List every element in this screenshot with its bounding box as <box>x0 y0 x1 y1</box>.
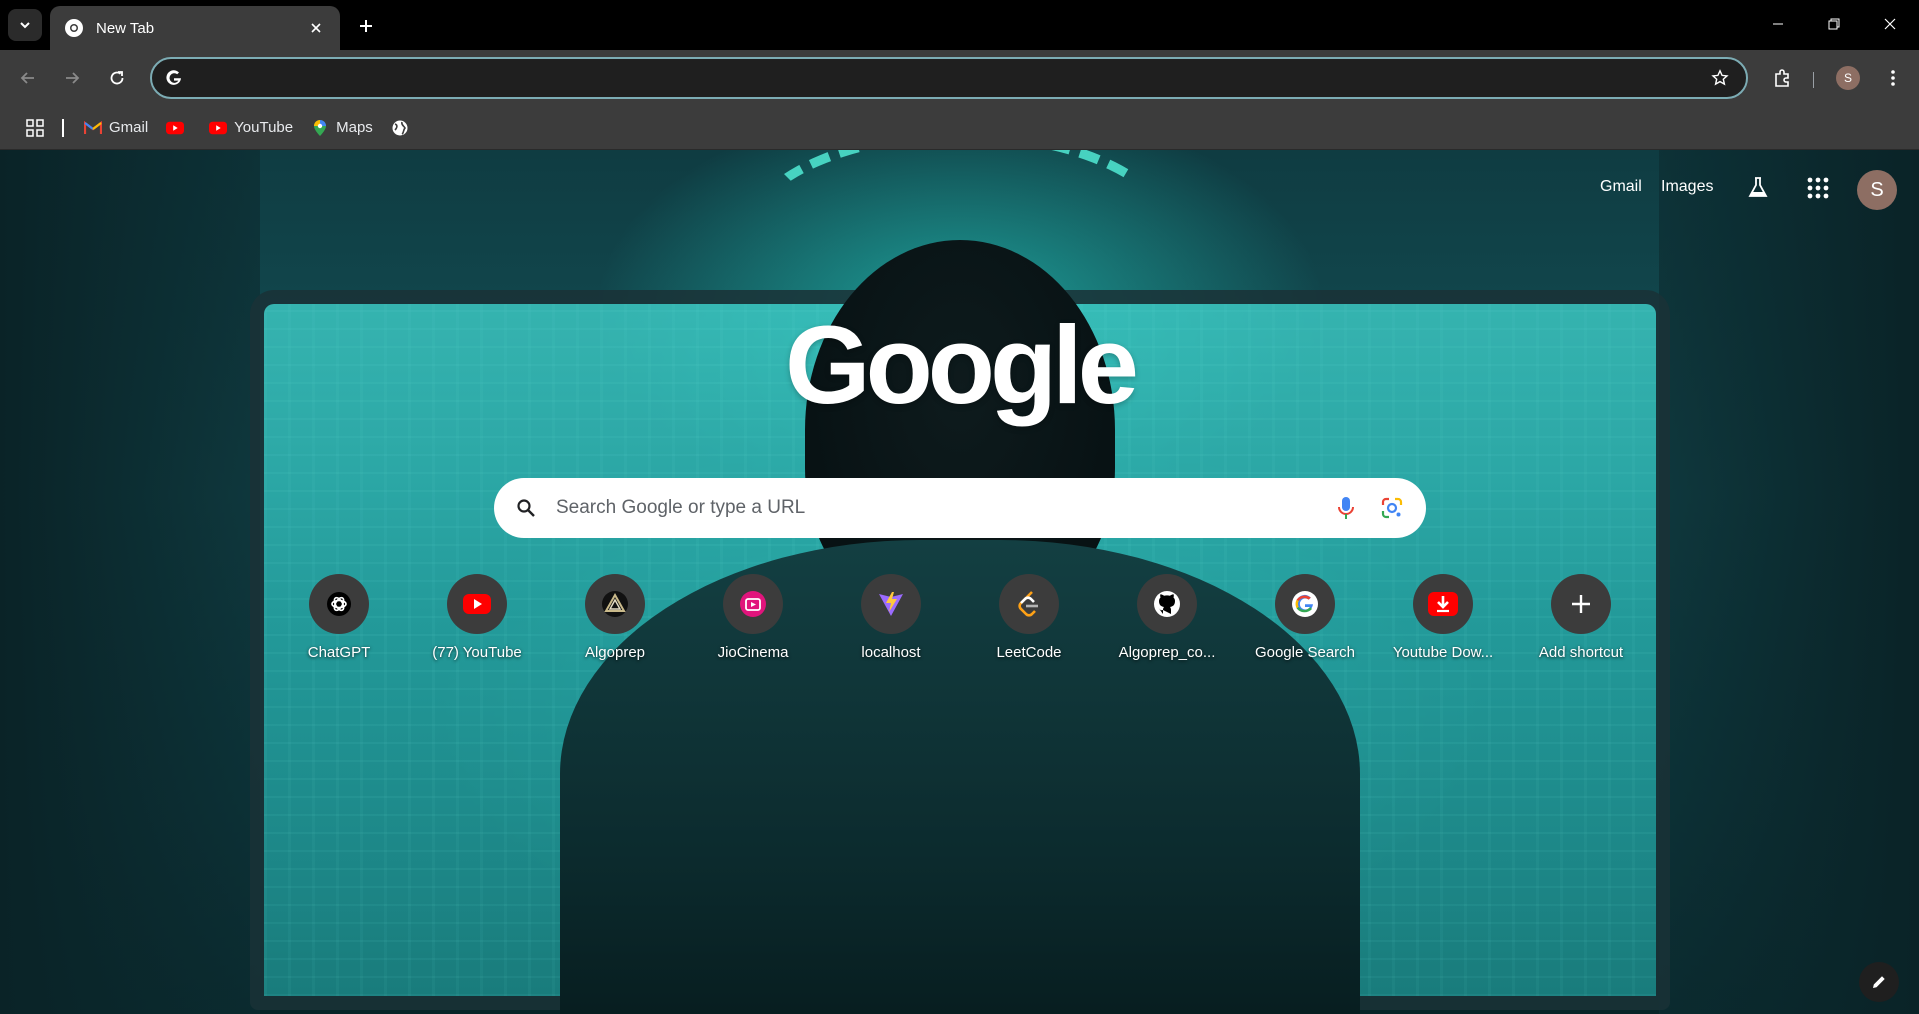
flask-icon <box>1748 177 1768 197</box>
shortcut-label: (77) YouTube <box>432 644 522 661</box>
search-icon <box>512 494 540 522</box>
account-avatar[interactable]: S <box>1857 170 1897 210</box>
chevron-down-icon <box>20 22 30 29</box>
restore-icon <box>1828 18 1840 30</box>
customize-chrome-button[interactable] <box>1859 962 1899 1002</box>
shortcut-label: JioCinema <box>717 644 789 661</box>
shortcut-jiocinema[interactable]: JioCinema <box>684 574 822 694</box>
google-icon <box>160 64 188 92</box>
chatgpt-icon <box>327 592 351 616</box>
puzzle-icon <box>1775 69 1789 87</box>
back-button[interactable] <box>12 62 44 94</box>
leetcode-icon <box>1018 591 1038 617</box>
shortcut-algoprep[interactable]: Algoprep <box>546 574 684 694</box>
apps-button[interactable] <box>20 113 50 143</box>
youtube-icon <box>463 594 491 614</box>
apps-grid-icon <box>1807 177 1829 199</box>
jiocinema-icon <box>740 591 766 617</box>
bookmark-star-icon[interactable] <box>1704 62 1736 94</box>
address-bar[interactable] <box>150 57 1748 99</box>
algoprep-icon <box>602 591 628 617</box>
shortcut-leetcode[interactable]: LeetCode <box>960 574 1098 694</box>
arrow-right-icon <box>66 72 80 84</box>
apps-grid-icon <box>26 118 44 137</box>
bookmark-label: YouTube <box>234 119 294 136</box>
reload-icon <box>110 71 124 85</box>
bookmark-gmail[interactable]: Gmail <box>78 113 154 143</box>
shortcuts-grid: ChatGPT (77) YouTube Algoprep JioCinema … <box>270 574 1650 694</box>
close-tab-icon[interactable] <box>306 18 326 38</box>
shortcut-label: ChatGPT <box>307 644 371 661</box>
bookmark-youtube-icon-only[interactable] <box>160 113 197 143</box>
plus-icon <box>360 20 372 32</box>
shortcut-label: Youtube Dow... <box>1392 644 1494 661</box>
toolbar: S <box>0 50 1919 106</box>
search-box[interactable]: Search Google or type a URL <box>494 478 1426 538</box>
chrome-icon <box>65 19 83 37</box>
shortcut-youtube[interactable]: (77) YouTube <box>408 574 546 694</box>
restore-button[interactable] <box>1814 8 1854 40</box>
pencil-icon <box>1873 976 1885 988</box>
youtube-icon <box>209 119 228 137</box>
download-icon <box>1428 592 1458 616</box>
youtube-icon <box>166 119 185 137</box>
labs-button[interactable] <box>1742 172 1774 204</box>
bookmarks-divider <box>62 118 64 137</box>
maps-icon <box>311 119 329 137</box>
add-shortcut-button[interactable]: Add shortcut <box>1512 574 1650 694</box>
profile-button[interactable]: S <box>1832 62 1864 94</box>
shortcut-label: Algoprep <box>584 644 646 661</box>
tab-new-tab[interactable]: New Tab <box>50 6 340 50</box>
bookmark-globe[interactable] <box>385 113 422 143</box>
new-tab-button[interactable] <box>352 12 380 40</box>
google-apps-button[interactable] <box>1802 172 1834 204</box>
shortcut-label: Google Search <box>1254 644 1356 661</box>
tab-strip: New Tab <box>0 0 1919 50</box>
minimize-button[interactable] <box>1758 8 1798 40</box>
shortcut-google-search[interactable]: Google Search <box>1236 574 1374 694</box>
shortcut-label: LeetCode <box>996 644 1062 661</box>
more-vert-icon <box>1891 70 1895 86</box>
google-lens-icon[interactable] <box>1376 492 1408 524</box>
shortcut-label: localhost <box>861 644 921 661</box>
search-placeholder[interactable]: Search Google or type a URL <box>556 497 1316 519</box>
bookmark-maps[interactable]: Maps <box>305 113 379 143</box>
github-icon <box>1154 591 1180 617</box>
bookmark-youtube[interactable]: YouTube <box>203 113 299 143</box>
shortcut-label: Algoprep_co... <box>1118 644 1216 661</box>
tab-title: New Tab <box>96 19 155 37</box>
toolbar-divider <box>1813 72 1814 88</box>
shortcut-localhost[interactable]: localhost <box>822 574 960 694</box>
google-icon <box>1292 591 1318 617</box>
gmail-link[interactable]: Gmail <box>1600 178 1642 196</box>
forward-button[interactable] <box>56 62 88 94</box>
images-link[interactable]: Images <box>1661 178 1713 196</box>
tab-search-button[interactable] <box>8 9 42 41</box>
avatar: S <box>1836 66 1860 90</box>
close-icon <box>1884 18 1896 30</box>
shortcut-label: Add shortcut <box>1538 644 1624 661</box>
close-window-button[interactable] <box>1870 8 1910 40</box>
minimize-icon <box>1773 23 1783 25</box>
gmail-icon <box>84 119 102 137</box>
menu-button[interactable] <box>1877 62 1909 94</box>
plus-icon <box>1572 595 1590 613</box>
shortcut-youtube-downloader[interactable]: Youtube Dow... <box>1374 574 1512 694</box>
background-art-left <box>0 150 260 1014</box>
extensions-button[interactable] <box>1766 62 1798 94</box>
vite-icon <box>879 592 903 616</box>
background-art-right <box>1659 150 1919 1014</box>
arrow-left-icon <box>20 72 34 84</box>
bookmarks-bar: Gmail YouTube Maps <box>0 106 1919 150</box>
shortcut-algoprep-github[interactable]: Algoprep_co... <box>1098 574 1236 694</box>
shortcut-chatgpt[interactable]: ChatGPT <box>270 574 408 694</box>
bookmark-label: Gmail <box>109 119 149 136</box>
reload-button[interactable] <box>101 62 133 94</box>
google-logo: Google <box>785 304 1139 427</box>
address-input[interactable] <box>188 69 1704 87</box>
globe-icon <box>391 119 409 137</box>
bookmark-label: Maps <box>336 119 373 136</box>
voice-search-icon[interactable] <box>1330 492 1362 524</box>
new-tab-page: Gmail Images S Google Search Google or t… <box>0 150 1919 1014</box>
